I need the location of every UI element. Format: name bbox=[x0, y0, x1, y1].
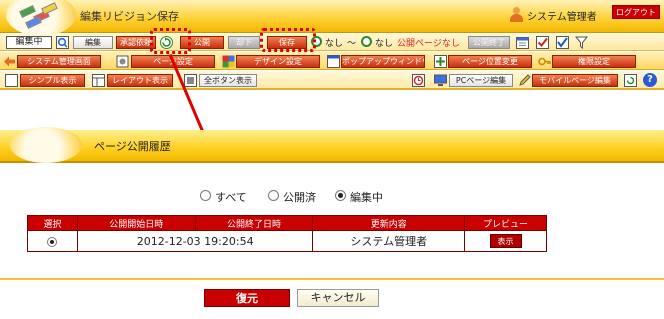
edit-button[interactable]: 編集 bbox=[73, 36, 113, 49]
reject-button[interactable]: 却下 bbox=[228, 36, 260, 49]
pencil-icon bbox=[519, 74, 531, 86]
user-icon bbox=[510, 7, 523, 22]
row-select-cell bbox=[27, 230, 78, 252]
filter-label-published: 公開済 bbox=[283, 191, 316, 204]
logout-button[interactable]: ログアウト bbox=[612, 5, 660, 19]
mobile-page-edit-button[interactable]: モバイルページ編集 bbox=[532, 74, 618, 87]
column-header-select: 選択 bbox=[27, 215, 78, 231]
column-header-end: 公開終了日時 bbox=[194, 215, 314, 231]
app-title: 編集リビジョン保存 bbox=[80, 10, 179, 23]
cancel-button[interactable]: キャンセル bbox=[297, 289, 379, 307]
clock-icon bbox=[361, 36, 372, 47]
publish-end-button[interactable]: 公開終了 bbox=[468, 36, 510, 49]
calendar-icon[interactable] bbox=[516, 36, 529, 49]
clock-icon bbox=[311, 36, 322, 47]
period-tilde: 〜 bbox=[347, 39, 357, 49]
column-header-content: 更新内容 bbox=[312, 215, 466, 231]
filter-label-all: すべて bbox=[215, 191, 247, 204]
save-button[interactable]: 保存 bbox=[267, 36, 307, 49]
publish-page-status: 公開ページなし bbox=[397, 39, 460, 49]
page-settings-icon bbox=[116, 55, 129, 68]
restore-button[interactable]: 復元 bbox=[204, 289, 290, 307]
edit-status-badge: 編集中 bbox=[6, 36, 52, 49]
app-logo bbox=[6, 0, 76, 36]
key-icon bbox=[538, 57, 551, 66]
filter-label-editing: 編集中 bbox=[350, 191, 383, 204]
arrow-left-icon bbox=[4, 56, 15, 67]
layout-view-icon bbox=[92, 74, 105, 87]
publish-end-value: なし bbox=[375, 39, 394, 49]
pc-page-edit-button[interactable]: PCページ編集 bbox=[449, 74, 513, 87]
all-buttons-toggle[interactable]: 全ボタン表示 bbox=[199, 74, 257, 87]
publish-start-value: なし bbox=[325, 39, 344, 49]
approval-check-icon[interactable] bbox=[556, 36, 569, 49]
pc-monitor-icon bbox=[434, 74, 447, 86]
clock-check-icon[interactable] bbox=[412, 74, 425, 87]
column-header-preview: プレビュー bbox=[464, 215, 547, 231]
user-name: システム管理者 bbox=[527, 12, 597, 23]
permission-settings-button[interactable]: 権限設定 bbox=[552, 55, 636, 68]
simple-view-button[interactable]: シンプル表示 bbox=[20, 74, 85, 87]
view-toolbar: シンプル表示 レイアウト表示 全ボタン表示 PCページ編集 モバイルページ編集 … bbox=[0, 71, 664, 90]
system-admin-button[interactable]: システム管理画面 bbox=[17, 55, 101, 68]
filter-radio-published[interactable] bbox=[268, 190, 279, 201]
edit-toolbar: 編集中 編集 承認依頼 公開 却下 保存 なし 〜 なし 公開ページなし 公開終… bbox=[0, 34, 664, 51]
approval-request-button[interactable]: 承認依頼 bbox=[116, 36, 156, 49]
column-header-start: 公開開始日時 bbox=[76, 215, 196, 231]
row-preview-cell: 表示 bbox=[464, 230, 547, 252]
page-position-icon bbox=[434, 55, 447, 68]
design-settings-button[interactable]: デザイン設定 bbox=[236, 55, 320, 68]
revision-save-icon[interactable] bbox=[160, 36, 173, 49]
dialog-header: ページ公開履歴 bbox=[0, 127, 664, 163]
design-icon bbox=[222, 55, 235, 68]
popup-window-button[interactable]: ポップアップウィンドウ bbox=[341, 55, 425, 68]
row-update-content: システム管理者 bbox=[312, 230, 466, 252]
checkbox-icon[interactable] bbox=[536, 36, 549, 49]
magnifier-icon[interactable] bbox=[56, 36, 69, 49]
dialog-title: ページ公開履歴 bbox=[94, 140, 171, 153]
status-filter: すべて 公開済 編集中 bbox=[0, 188, 664, 204]
filter-icon[interactable] bbox=[575, 36, 588, 49]
dialog-logo bbox=[10, 127, 82, 163]
row-start-datetime: 2012-12-03 19:20:54 bbox=[76, 230, 314, 252]
page-position-button[interactable]: ページ位置変更 bbox=[448, 55, 532, 68]
layout-view-button[interactable]: レイアウト表示 bbox=[107, 74, 173, 87]
refresh-icon[interactable] bbox=[624, 74, 637, 87]
table-row: 2012-12-03 19:20:54 システム管理者 表示 bbox=[27, 230, 547, 252]
all-buttons-icon bbox=[184, 74, 197, 87]
publish-history-table: 選択 公開開始日時 公開終了日時 更新内容 プレビュー 2012-12-03 1… bbox=[27, 215, 547, 252]
filter-radio-editing[interactable] bbox=[335, 190, 346, 201]
table-header-row: 選択 公開開始日時 公開終了日時 更新内容 プレビュー bbox=[27, 215, 547, 231]
filter-radio-all[interactable] bbox=[200, 190, 211, 201]
help-icon[interactable]: ? bbox=[643, 73, 657, 87]
row-select-radio[interactable] bbox=[47, 236, 58, 247]
settings-toolbar: システム管理画面 ページ設定 デザイン設定 ポップアップウィンドウ ページ位置変… bbox=[0, 52, 664, 70]
simple-view-icon bbox=[5, 74, 18, 87]
publish-button[interactable]: 公開 bbox=[180, 36, 224, 49]
dialog-separator bbox=[0, 278, 664, 280]
preview-button[interactable]: 表示 bbox=[489, 234, 522, 248]
popup-window-icon bbox=[327, 55, 340, 68]
title-bar: 編集リビジョン保存 システム管理者 ログアウト bbox=[0, 0, 664, 36]
